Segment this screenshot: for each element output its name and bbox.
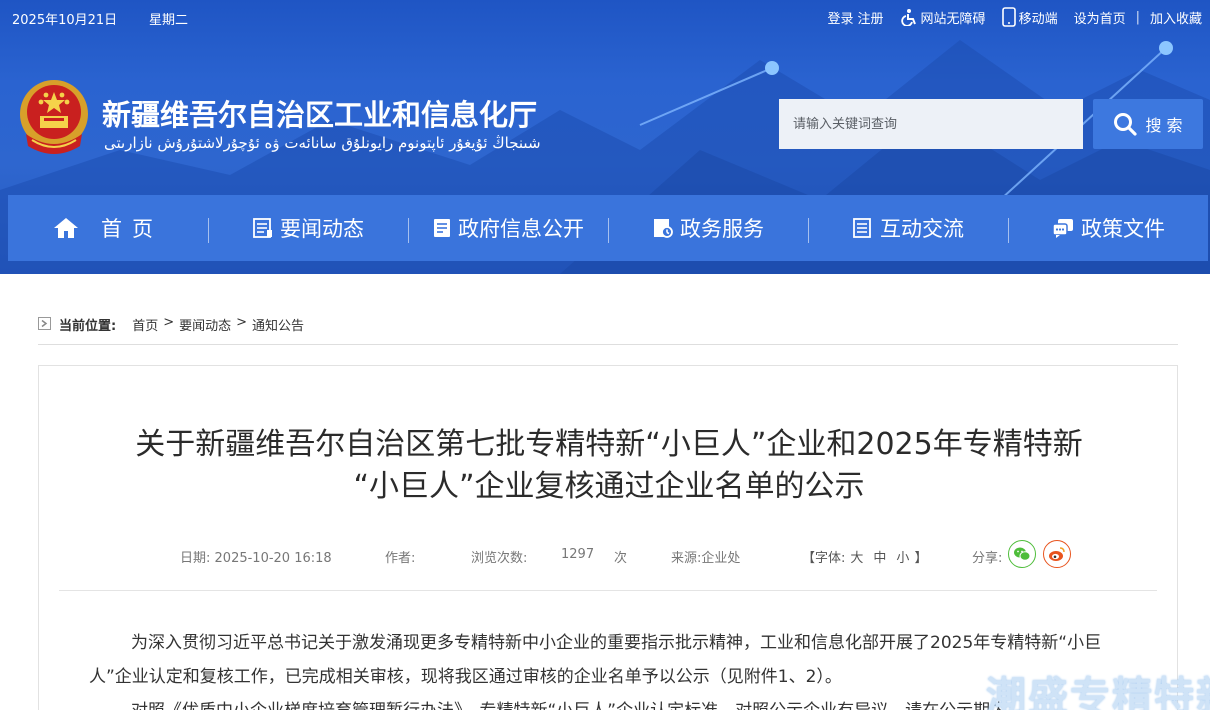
meta-views-label: 浏览次数:	[471, 551, 528, 566]
mobile-label: 移动端	[1018, 11, 1058, 27]
mobile-phone-icon	[1001, 7, 1016, 27]
weibo-icon	[1049, 547, 1065, 561]
nav-item-news[interactable]: 要闻动态	[208, 195, 408, 261]
location-arrow-icon	[38, 317, 51, 330]
meta-date-value: 2025-10-20 16:18	[214, 551, 332, 566]
font-medium-button[interactable]: 中	[873, 551, 886, 566]
nav-item-home[interactable]: 首页	[8, 195, 208, 261]
register-link[interactable]: 注册	[858, 8, 884, 27]
national-emblem-icon	[20, 80, 88, 154]
wechat-icon	[1014, 547, 1031, 561]
news-icon	[253, 218, 272, 238]
favorite-link[interactable]: 加入收藏	[1150, 8, 1202, 27]
article-panel: 关于新疆维吾尔自治区第七批专精特新“小巨人”企业和2025年专精特新 “小巨人”…	[38, 365, 1178, 710]
search-icon	[1114, 113, 1138, 136]
nav-item-gov-info[interactable]: 政府信息公开	[408, 195, 608, 261]
service-icon	[654, 219, 673, 238]
wechat-share-button[interactable]	[1008, 540, 1036, 568]
breadcrumb-home[interactable]: 首页	[132, 315, 158, 334]
meta-views-unit: 次	[614, 551, 628, 566]
top-bar: 2025年10月21日 星期二 登录 注册 网站无障碍 移动端 设为首页 | 加…	[0, 0, 1210, 36]
nav-label-policy: 政策文件	[1081, 217, 1165, 241]
meta-views-value: 1297	[561, 547, 595, 562]
login-link[interactable]: 登录	[828, 8, 854, 27]
article-paragraph: 对照《优质中小企业梯度培育管理暂行办法》，专精特新“小巨人”企业认定标准，对照公…	[89, 694, 1119, 710]
breadcrumb-label: 当前位置:	[59, 319, 117, 334]
article-title-line2: “小巨人”企业复核通过企业名单的公示	[353, 469, 865, 504]
wheelchair-icon	[900, 9, 916, 26]
main-nav: 首页 要闻动态 政府信息公开 政务服务 互动交流 政策文件	[8, 195, 1208, 261]
watermark-text: 潮盛专精特新	[986, 674, 1210, 710]
font-size-open: 【字体:	[802, 551, 846, 566]
site-subtitle-uyghur: شىنجاڭ ئۇيغۇر ئاپتونوم رايونلۇق سانائەت …	[104, 134, 541, 152]
meta-date-label: 日期:	[180, 551, 211, 566]
meta-source-value: 企业处	[701, 551, 741, 566]
meta-source-label: 来源:	[671, 551, 702, 566]
article-paragraph: 为深入贯彻习近平总书记关于激发涌现更多专精特新中小企业的重要指示批示精神，工业和…	[89, 633, 1102, 687]
nav-label-home: 首页	[101, 217, 163, 241]
accessibility-label: 网站无障碍	[920, 11, 986, 27]
breadcrumb-separator: >	[236, 315, 248, 330]
nav-item-service[interactable]: 政务服务	[608, 195, 808, 261]
nav-item-policy[interactable]: 政策文件	[1008, 195, 1208, 261]
font-size-control: 【字体: 大中小】	[802, 547, 927, 566]
font-size-close: 】	[914, 551, 928, 566]
weibo-share-button[interactable]	[1043, 540, 1071, 568]
info-book-icon	[434, 219, 450, 237]
top-links: 登录 注册 网站无障碍 移动端 设为首页 | 加入收藏	[812, 7, 1202, 27]
nav-label-interact: 互动交流	[880, 217, 964, 241]
share-label: 分享:	[972, 551, 1003, 566]
search-button[interactable]: 搜 索	[1093, 99, 1203, 149]
meta-author-label: 作者:	[385, 551, 416, 566]
breadcrumb-notices[interactable]: 通知公告	[252, 315, 304, 334]
article-title: 关于新疆维吾尔自治区第七批专精特新“小巨人”企业和2025年专精特新 “小巨人”…	[39, 424, 1179, 508]
accessibility-link[interactable]: 网站无障碍	[900, 8, 986, 27]
meta-divider	[59, 590, 1157, 591]
current-date: 2025年10月21日	[12, 13, 118, 28]
search-button-label: 搜 索	[1145, 116, 1183, 135]
font-small-button[interactable]: 小	[896, 551, 909, 566]
top-separator: |	[1135, 9, 1140, 25]
article-title-line1: 关于新疆维吾尔自治区第七批专精特新“小巨人”企业和2025年专精特新	[135, 427, 1083, 462]
site-title: 新疆维吾尔自治区工业和信息化厅	[102, 98, 538, 132]
breadcrumb-separator: >	[163, 315, 175, 330]
nav-label-gov-info: 政府信息公开	[458, 217, 584, 241]
chat-docs-icon	[1052, 219, 1073, 238]
breadcrumb: 当前位置: 首页 > 要闻动态 > 通知公告	[38, 315, 1178, 345]
nav-item-interact[interactable]: 互动交流	[808, 195, 1008, 261]
interact-icon	[853, 218, 871, 238]
article-meta: 日期: 2025-10-20 16:18 作者: 浏览次数: 1297 次 来源…	[39, 540, 1179, 570]
article-body: 为深入贯彻习近平总书记关于激发涌现更多专精特新中小企业的重要指示批示精神，工业和…	[89, 626, 1119, 710]
mobile-link[interactable]: 移动端	[1001, 7, 1058, 27]
current-weekday: 星期二	[149, 13, 189, 28]
set-home-link[interactable]: 设为首页	[1074, 8, 1126, 27]
meta-source: 来源:企业处	[671, 547, 740, 566]
meta-date: 日期: 2025-10-20 16:18	[180, 547, 332, 566]
nav-label-news: 要闻动态	[280, 217, 364, 241]
breadcrumb-news[interactable]: 要闻动态	[179, 315, 231, 334]
search-input[interactable]	[779, 99, 1083, 149]
nav-label-service: 政务服务	[680, 217, 764, 241]
header-banner: 2025年10月21日 星期二 登录 注册 网站无障碍 移动端 设为首页 | 加…	[0, 0, 1210, 274]
home-icon	[54, 218, 78, 238]
font-large-button[interactable]: 大	[850, 551, 863, 566]
